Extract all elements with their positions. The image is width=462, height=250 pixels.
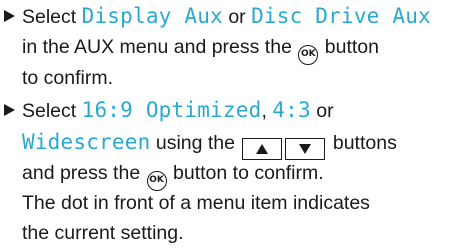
option-widescreen: Widescreen	[22, 130, 151, 154]
text-button: button	[324, 36, 379, 58]
ok-button-icon: OK	[298, 45, 319, 65]
step-1-line-2: in the AUX menu and press the OK button	[22, 31, 379, 65]
text-to-confirm: to confirm.	[22, 67, 114, 89]
text-or: or	[316, 100, 334, 122]
option-4-3: 4:3	[272, 98, 311, 122]
text-button-to-confirm: button to confirm.	[173, 162, 324, 184]
text-buttons: buttons	[332, 132, 397, 154]
down-triangle-icon	[299, 144, 312, 154]
step-2-line-1: Select 16:9 Optimized, 4:3 or	[22, 94, 334, 126]
text-in-aux-menu: in the AUX menu and press the	[22, 36, 292, 58]
note-text-2: the current setting.	[22, 222, 184, 244]
option-disc-drive-aux: Disc Drive Aux	[251, 4, 431, 28]
text-and-press-the: and press the	[22, 162, 141, 184]
step-2-line-2: Widescreen using the buttons	[22, 126, 397, 160]
option-display-aux: Display Aux	[81, 4, 223, 28]
up-triangle-icon	[256, 144, 269, 154]
step-1-line-1: Select Display Aux or Disc Drive Aux	[22, 0, 431, 32]
note-text-1: The dot in front of a menu item indicate…	[22, 192, 370, 214]
bullet-arrow-icon	[4, 104, 15, 116]
step-1-line-3: to confirm.	[22, 62, 113, 94]
step-2-line-3: and press the OK button to confirm.	[22, 157, 324, 191]
text-select: Select	[22, 100, 77, 122]
step-2-note-line-1: The dot in front of a menu item indicate…	[22, 187, 370, 219]
text-select: Select	[22, 6, 77, 28]
text-or: or	[228, 6, 246, 28]
option-16-9-optimized: 16:9 Optimized	[81, 98, 262, 122]
text-comma: ,	[261, 100, 267, 122]
step-2-note-line-2: the current setting.	[22, 217, 184, 249]
text-using-the: using the	[155, 132, 236, 154]
bullet-arrow-icon	[4, 10, 15, 22]
